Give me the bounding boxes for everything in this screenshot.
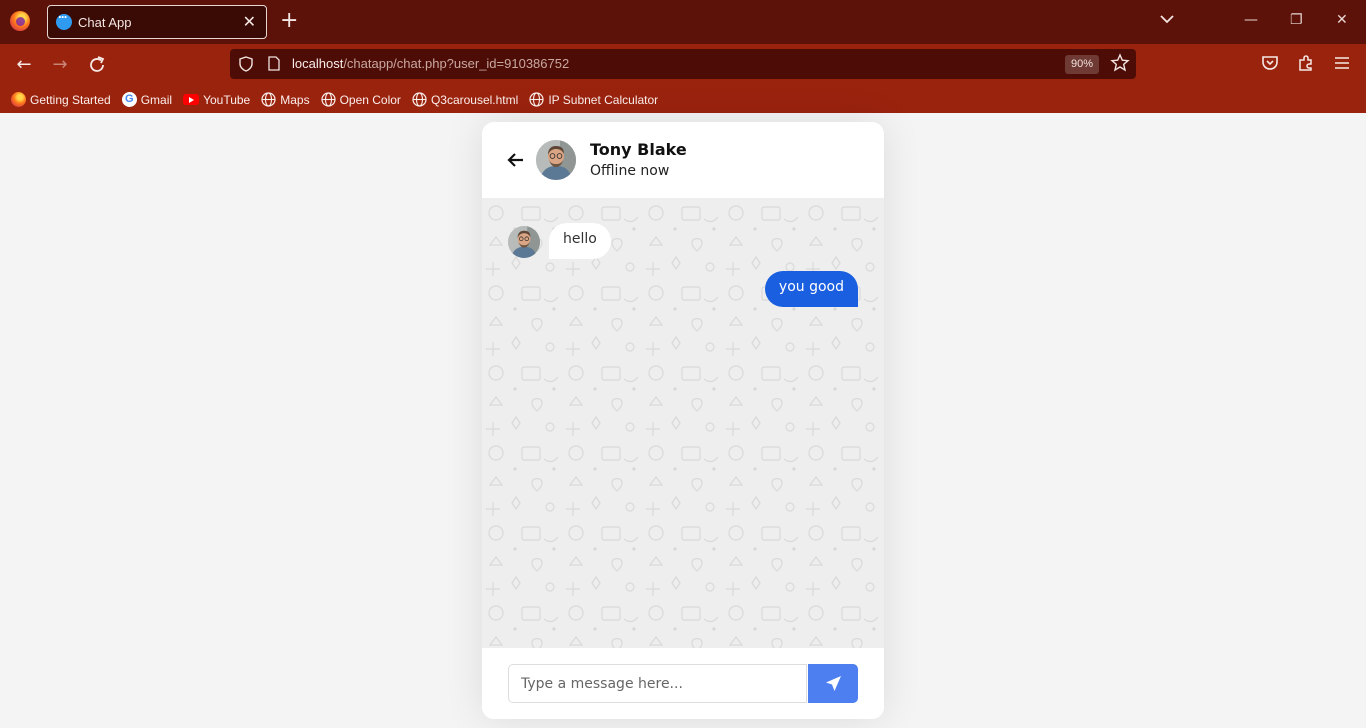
doodle-background-pattern — [482, 199, 884, 648]
pocket-icon[interactable] — [1261, 54, 1279, 72]
message-input[interactable] — [508, 664, 807, 703]
bookmark-label: IP Subnet Calculator — [548, 92, 659, 107]
window-close-icon[interactable]: ✕ — [1336, 12, 1348, 28]
forward-arrow-icon[interactable]: → — [49, 54, 71, 76]
url-host: localhost — [292, 56, 344, 71]
reload-icon[interactable] — [86, 54, 108, 76]
firefox-icon — [11, 92, 26, 107]
bookmark-open-color[interactable]: Open Color — [320, 92, 401, 107]
bookmark-label: Gmail — [140, 92, 173, 107]
paper-plane-icon — [825, 676, 841, 691]
incoming-message-bubble: hello — [549, 223, 611, 259]
url-path: /chatapp/chat.php?user_id=910386752 — [343, 56, 570, 71]
tab-title: Chat App — [78, 14, 132, 30]
bookmark-label: Maps — [280, 92, 310, 107]
globe-icon — [412, 92, 427, 107]
bookmark-label: Q3carousel.html — [430, 92, 519, 107]
youtube-icon — [183, 94, 200, 105]
bookmark-label: Getting Started — [30, 92, 111, 107]
extensions-puzzle-icon[interactable] — [1297, 54, 1315, 72]
chat-messages-area[interactable]: hello you good — [482, 199, 884, 648]
avatar — [536, 140, 576, 180]
hamburger-menu-icon[interactable] — [1333, 54, 1351, 72]
bookmark-youtube[interactable]: YouTube — [183, 93, 250, 107]
tab-chat-app[interactable]: Chat App ✕ — [47, 5, 267, 39]
new-tab-plus-icon[interactable]: + — [280, 10, 298, 32]
bookmark-getting-started[interactable]: Getting Started — [11, 92, 111, 107]
contact-status: Offline now — [590, 163, 670, 179]
chat-header: Tony Blake Offline now — [482, 122, 884, 199]
chevron-down-icon[interactable] — [1158, 10, 1176, 28]
window-minimize-icon[interactable]: — — [1244, 12, 1258, 28]
zoom-level-badge[interactable]: 90% — [1065, 55, 1100, 74]
tab-bar: Chat App ✕ + — ❐ ✕ — [0, 0, 1366, 44]
shield-icon[interactable] — [238, 56, 254, 72]
bookmarks-toolbar: Getting Started G Gmail YouTube Maps Ope… — [0, 86, 1366, 113]
message-composer — [482, 648, 884, 719]
send-button[interactable] — [808, 664, 858, 703]
url-text[interactable]: localhost/chatapp/chat.php?user_id=91038… — [292, 56, 569, 71]
bookmark-label: YouTube — [203, 92, 251, 107]
tab-close-icon[interactable]: ✕ — [243, 14, 256, 30]
bookmark-q3carousel[interactable]: Q3carousel.html — [412, 92, 518, 107]
window-restore-icon[interactable]: ❐ — [1290, 12, 1303, 28]
bookmark-label: Open Color — [339, 92, 401, 107]
back-arrow-icon[interactable]: ← — [13, 54, 35, 76]
globe-icon — [261, 92, 276, 107]
contact-name: Tony Blake — [590, 140, 687, 159]
back-arrow-icon[interactable] — [506, 150, 526, 170]
globe-icon — [320, 92, 336, 107]
chat-favicon-icon — [56, 10, 72, 30]
chat-card: Tony Blake Offline now hello you good Ty… — [482, 122, 884, 719]
incoming-message-avatar — [508, 226, 540, 258]
bookmark-gmail[interactable]: G Gmail — [121, 92, 173, 107]
firefox-menu-icon[interactable] — [10, 11, 30, 31]
globe-icon — [529, 92, 544, 107]
outgoing-message-bubble: you good — [764, 271, 858, 307]
page-icon[interactable] — [268, 56, 280, 71]
bookmark-maps[interactable]: Maps — [261, 92, 310, 107]
bookmark-ip-subnet-calculator[interactable]: IP Subnet Calculator — [529, 92, 658, 107]
bookmark-star-icon[interactable] — [1110, 53, 1130, 73]
google-icon: G — [121, 92, 137, 107]
address-bar[interactable]: localhost/chatapp/chat.php?user_id=91038… — [230, 49, 1136, 79]
